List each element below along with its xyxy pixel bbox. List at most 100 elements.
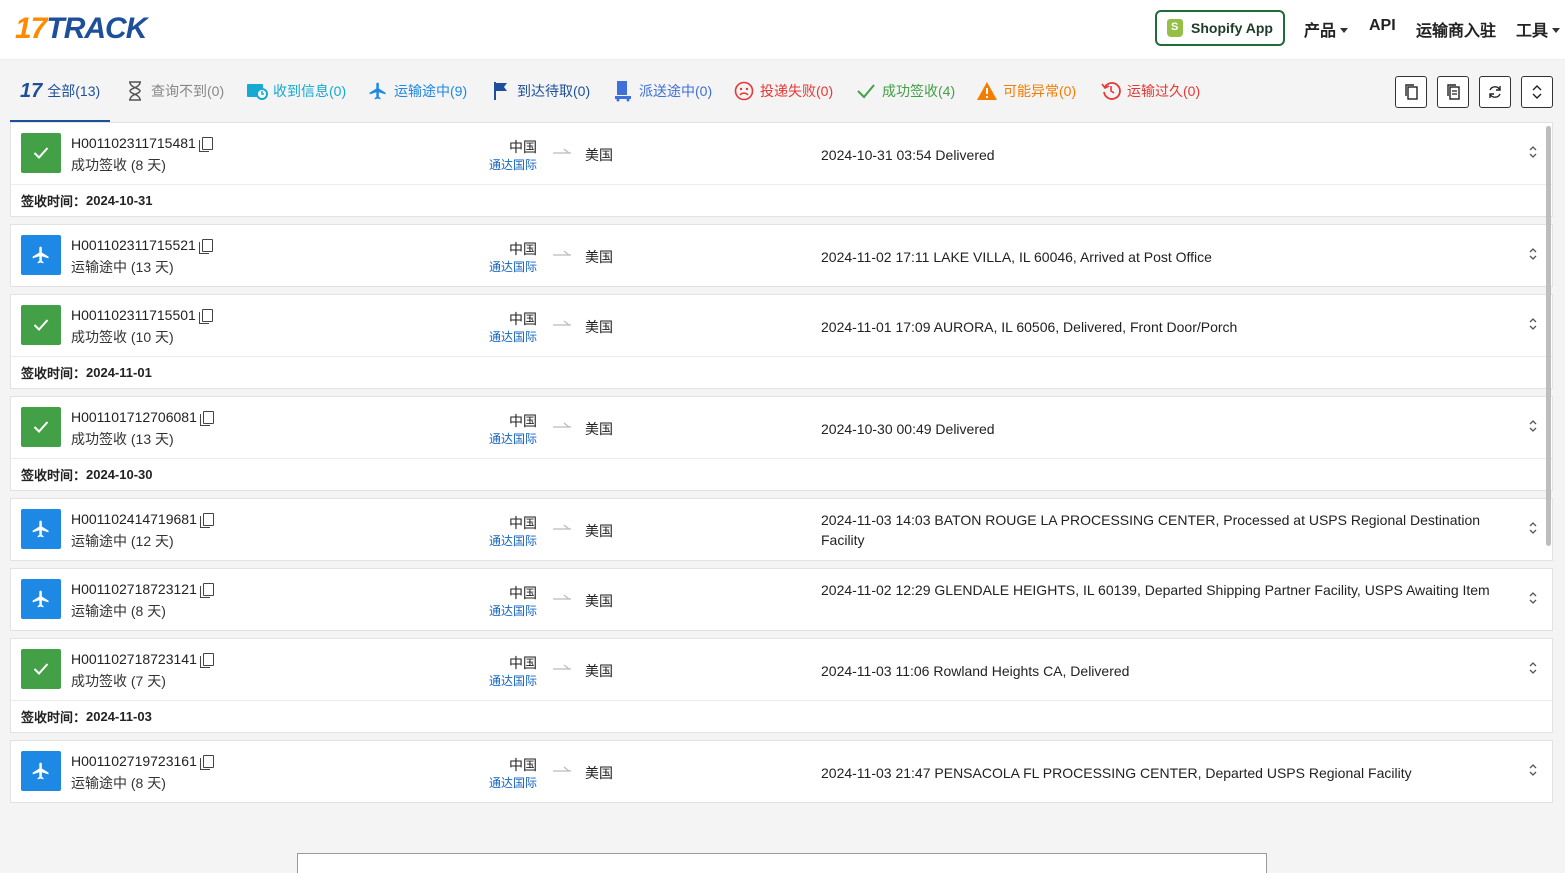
tracking-number[interactable]: H001102718723121 (71, 581, 214, 598)
tracking-number-text: H001101712706081 (71, 409, 197, 425)
tracking-number[interactable]: H001102311715521 (71, 237, 213, 254)
carrier-link[interactable]: 通达国际 (489, 430, 537, 447)
copy-icon[interactable] (198, 308, 213, 324)
shipment-status: 成功签收 (13 天) (71, 431, 174, 447)
shipment-row[interactable]: H001102311715481 成功签收 (8 天) 中国 通达国际 美国 2024-1… (11, 123, 1552, 184)
tracking-number[interactable]: H001102719723161 (71, 753, 214, 770)
copy-icon[interactable] (198, 136, 213, 152)
route-arrow-icon (551, 248, 573, 262)
shipment-status: 运输途中 (8 天) (71, 603, 166, 619)
copy-icon[interactable] (199, 652, 214, 668)
17-logo-icon: 17 (20, 79, 43, 102)
carrier-link[interactable]: 通达国际 (489, 672, 537, 689)
carrier-link[interactable]: 通达国际 (489, 774, 537, 791)
tab-delivered[interactable]: 成功签收(4) (855, 80, 955, 102)
shipment-card[interactable]: H001102718723121 运输途中 (8 天) 中国 通达国际 美国 2024-1… (10, 568, 1553, 631)
destination-country: 美国 (585, 319, 613, 335)
tab-all[interactable]: 17 全部(13) (20, 80, 100, 102)
copy-icon[interactable] (199, 512, 214, 528)
tab-expired-label: 运输过久(0) (1127, 83, 1201, 99)
tab-info-received[interactable]: 收到信息(0) (246, 80, 346, 102)
expand-details-icon[interactable] (1528, 145, 1542, 161)
origin-country: 中国 (509, 757, 537, 773)
shipment-row[interactable]: H001102718723141 成功签收 (7 天) 中国 通达国际 美国 2024-1… (11, 639, 1552, 700)
delivered-time-value: 2024-11-01 (86, 365, 152, 380)
tab-failed-label: 投递失败(0) (760, 83, 834, 99)
shipment-status: 运输途中 (13 天) (71, 259, 174, 275)
tracking-number[interactable]: H001102414719681 (71, 511, 214, 528)
tab-in-transit[interactable]: 运输途中(9) (367, 80, 467, 102)
latest-event: 2024-11-02 12:29 GLENDALE HEIGHTS, IL 60… (821, 582, 1490, 598)
carrier-link[interactable]: 通达国际 (489, 328, 537, 345)
carrier-link[interactable]: 通达国际 (489, 602, 537, 619)
clock-history-icon (1100, 80, 1122, 102)
copy-button[interactable] (1395, 76, 1427, 108)
tracking-number[interactable]: H001102311715481 (71, 135, 213, 152)
expand-details-icon[interactable] (1528, 419, 1542, 435)
copy-icon[interactable] (199, 754, 214, 770)
expand-details-icon[interactable] (1528, 763, 1542, 779)
tab-exception[interactable]: 可能异常(0) (976, 80, 1076, 102)
shipment-row[interactable]: H001102311715501 成功签收 (10 天) 中国 通达国际 美国 2024-… (11, 295, 1552, 356)
shopify-app-button[interactable]: Shopify App (1155, 10, 1285, 46)
shipment-row[interactable]: H001101712706081 成功签收 (13 天) 中国 通达国际 美国 2024-… (11, 397, 1552, 458)
tab-not-found[interactable]: 查询不到(0) (124, 80, 224, 102)
tracking-number[interactable]: H001101712706081 (71, 409, 214, 426)
latest-event: 2024-11-03 14:03 BATON ROUGE LA PROCESSI… (821, 512, 1481, 548)
copy-icon[interactable] (199, 410, 214, 426)
tracking-number[interactable]: H001102311715501 (71, 307, 213, 324)
shipment-card[interactable]: H001102311715521 运输途中 (13 天) 中国 通达国际 美国 2024-… (10, 224, 1553, 287)
shipment-card[interactable]: H001102719723161 运输途中 (8 天) 中国 通达国际 美国 2024-1… (10, 740, 1553, 803)
carrier-link[interactable]: 通达国际 (489, 532, 537, 549)
tab-out-for-delivery[interactable]: 派送途中(0) (612, 80, 712, 102)
expand-details-icon[interactable] (1528, 661, 1542, 677)
route-arrow-icon (551, 522, 573, 536)
delivered-time-label: 签收时间： (21, 194, 87, 209)
shipment-status: 成功签收 (7 天) (71, 673, 166, 689)
refresh-button[interactable] (1479, 76, 1511, 108)
copy-icon[interactable] (199, 582, 214, 598)
expand-details-icon[interactable] (1528, 591, 1542, 607)
shipment-row[interactable]: H001102311715521 运输途中 (13 天) 中国 通达国际 美国 2024-… (11, 225, 1552, 286)
shipment-card[interactable]: H001102311715501 成功签收 (10 天) 中国 通达国际 美国 2024-… (10, 294, 1553, 389)
tab-pickup-label: 到达待取(0) (517, 83, 591, 99)
tracking-number[interactable]: H001102718723141 (71, 651, 214, 668)
delivered-time-label: 签收时间： (21, 366, 87, 381)
check-icon (855, 80, 877, 102)
tab-delivered-label: 成功签收(4) (882, 83, 956, 99)
shipment-row[interactable]: H001102719723161 运输途中 (8 天) 中国 通达国际 美国 2024-1… (11, 741, 1552, 802)
logo-17track[interactable]: 17 TRACK (15, 12, 147, 46)
carrier-link[interactable]: 通达国际 (489, 258, 537, 275)
shipment-row[interactable]: H001102414719681 运输途中 (12 天) 中国 通达国际 美国 2024-… (11, 499, 1552, 560)
shipment-row[interactable]: H001102718723121 运输途中 (8 天) 中国 通达国际 美国 2024-1… (11, 569, 1552, 630)
tab-failed[interactable]: 投递失败(0) (733, 80, 833, 102)
shipment-status: 成功签收 (10 天) (71, 329, 174, 345)
shipment-card[interactable]: H001102718723141 成功签收 (7 天) 中国 通达国际 美国 2024-1… (10, 638, 1553, 733)
nav-api[interactable]: API (1369, 17, 1396, 35)
copy-all-button[interactable] (1437, 76, 1469, 108)
scrollbar[interactable] (1546, 126, 1551, 546)
shipment-card[interactable]: H001102311715481 成功签收 (8 天) 中国 通达国际 美国 2024-1… (10, 122, 1553, 217)
tracking-number-text: H001102719723161 (71, 753, 197, 769)
nav-products[interactable]: 产品 (1304, 17, 1349, 41)
shopify-app-label: Shopify App (1191, 20, 1273, 36)
nav-carrier-join[interactable]: 运输商入驻 (1416, 17, 1496, 41)
destination-country: 美国 (585, 523, 613, 539)
expand-details-icon[interactable] (1528, 247, 1542, 263)
shipment-card[interactable]: H001102414719681 运输途中 (12 天) 中国 通达国际 美国 2024-… (10, 498, 1553, 561)
shipment-card[interactable]: H001101712706081 成功签收 (13 天) 中国 通达国际 美国 2024-… (10, 396, 1553, 491)
shopify-bag-icon (1167, 19, 1184, 37)
route-arrow-icon (551, 764, 573, 778)
carrier-link[interactable]: 通达国际 (489, 156, 537, 173)
expand-details-icon[interactable] (1528, 317, 1542, 333)
delivered-time-label: 签收时间： (21, 710, 87, 725)
expand-collapse-button[interactable] (1521, 76, 1553, 108)
expand-details-icon[interactable] (1528, 521, 1542, 537)
copy-icon[interactable] (198, 238, 213, 254)
shipment-list: H001102311715481 成功签收 (8 天) 中国 通达国际 美国 2024-1… (10, 122, 1553, 810)
bottom-panel (297, 853, 1267, 873)
nav-tools[interactable]: 工具 (1516, 17, 1561, 41)
tab-expired[interactable]: 运输过久(0) (1100, 80, 1200, 102)
flag-icon (490, 80, 512, 102)
tab-pickup[interactable]: 到达待取(0) (490, 80, 590, 102)
